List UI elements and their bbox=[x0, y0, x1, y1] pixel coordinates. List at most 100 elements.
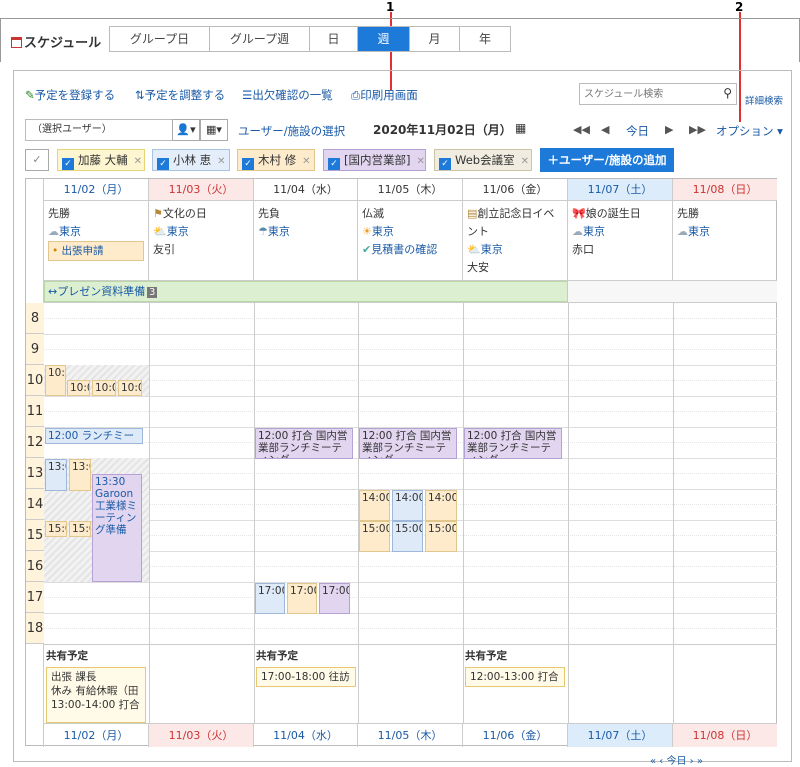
event-wed-12[interactable]: 12:00 打合 国内営業部ランチミーティング bbox=[255, 428, 353, 459]
print-link[interactable]: ⎙印刷用画面 bbox=[351, 87, 418, 103]
today-link[interactable]: 今日 bbox=[626, 123, 649, 139]
event-mon-12[interactable]: 12:00 ランチミー bbox=[45, 428, 143, 444]
shared-box[interactable]: 出張 課長 休み 有給休暇（田 13:00-14:00 打合 bbox=[46, 667, 146, 723]
check-icon: ✔ bbox=[362, 243, 372, 256]
weather: ☁東京 bbox=[677, 225, 710, 238]
tab-month[interactable]: 月 bbox=[410, 27, 460, 51]
day-header-mon[interactable]: 11/02（月） bbox=[44, 179, 149, 201]
chip-user-2[interactable]: ✓ 小林 恵 ✕ bbox=[152, 149, 230, 171]
close-icon[interactable]: ✕ bbox=[416, 156, 424, 167]
footer-date[interactable]: 11/08（日） bbox=[673, 723, 777, 747]
shared-wed: 共有予定 17:00-18:00 往訪 bbox=[256, 649, 356, 687]
shared-label: 共有予定 bbox=[256, 650, 298, 662]
user-select[interactable]: （選択ユーザー） bbox=[25, 119, 173, 141]
event-mon-15-a[interactable]: 15:00 bbox=[45, 521, 67, 537]
prev-week-icon[interactable]: ◀◀ bbox=[573, 123, 590, 136]
banner-event[interactable]: ↔プレゼン資料準備 3 bbox=[44, 281, 568, 302]
event-mon-10-b[interactable]: 10:00 bbox=[67, 380, 90, 396]
tab-week[interactable]: 週 bbox=[358, 27, 410, 51]
register-link[interactable]: ✎予定を登録する bbox=[25, 87, 115, 103]
day-header-tue[interactable]: 11/03（火） bbox=[149, 179, 254, 201]
next-day-icon[interactable]: ▶ bbox=[665, 123, 673, 136]
hour-15: 15 bbox=[26, 520, 44, 551]
event-wed-17-a[interactable]: 17:00 bbox=[255, 583, 285, 614]
day-header-sat[interactable]: 11/07（土） bbox=[568, 179, 673, 201]
close-icon[interactable]: ✕ bbox=[217, 156, 225, 167]
attendance-link[interactable]: ☰出欠確認の一覧 bbox=[242, 87, 333, 103]
day-header-sun[interactable]: 11/08（日） bbox=[673, 179, 777, 201]
bottom-pager[interactable]: « ‹ 今日 › » bbox=[650, 752, 703, 767]
tab-day[interactable]: 日 bbox=[310, 27, 358, 51]
date-picker-icon[interactable]: ▦ bbox=[515, 121, 526, 135]
rokuyo: 先勝 bbox=[48, 207, 70, 220]
add-user-facility-button[interactable]: ＋ユーザー/施設の追加 bbox=[540, 148, 674, 172]
chip-facility[interactable]: ✓ Web会議室 ✕ bbox=[434, 149, 532, 171]
select-all-checkbox[interactable]: ✓ bbox=[25, 149, 49, 171]
close-icon[interactable]: ✕ bbox=[134, 156, 142, 167]
footer-date[interactable]: 11/03（火） bbox=[149, 723, 254, 747]
sun-icon: ☀ bbox=[362, 225, 372, 238]
event-thu-14-b[interactable]: 14:00 bbox=[392, 490, 423, 521]
event-thu-12[interactable]: 12:00 打合 国内営業部ランチミーティング bbox=[359, 428, 457, 459]
calendar-icon: ▤ bbox=[467, 207, 478, 220]
footer-date[interactable]: 11/05（木） bbox=[358, 723, 463, 747]
ribbon-icon: 🎀 bbox=[572, 207, 586, 220]
rokuyo: 仏滅 bbox=[362, 207, 384, 220]
event-thu-14-a[interactable]: 14:00 bbox=[359, 490, 390, 521]
tab-year[interactable]: 年 bbox=[460, 27, 510, 51]
event-mon-1330[interactable]: 13:30 Garoon工業様ミーティング準備 bbox=[92, 474, 142, 582]
close-icon[interactable]: ✕ bbox=[521, 156, 529, 167]
hour-16: 16 bbox=[26, 551, 44, 582]
next-week-icon[interactable]: ▶▶ bbox=[689, 123, 706, 136]
sun-cloud-icon: ⛅ bbox=[153, 225, 167, 238]
shared-fri: 共有予定 12:00-13:00 打合 bbox=[465, 649, 565, 687]
advanced-search-link[interactable]: 詳細検索 bbox=[745, 93, 783, 107]
close-icon[interactable]: ✕ bbox=[302, 156, 310, 167]
footer-date[interactable]: 11/04（水） bbox=[254, 723, 358, 747]
event-wed-17-b[interactable]: 17:00 bbox=[287, 583, 317, 614]
event-mon-10-d[interactable]: 10:00 bbox=[118, 380, 142, 396]
footer-date[interactable]: 11/06（金） bbox=[463, 723, 568, 747]
search-icon[interactable]: ⚲ bbox=[723, 86, 732, 100]
event-wed-17-c[interactable]: 17:00 bbox=[319, 583, 350, 614]
user-picker-icon[interactable]: 👤▾ bbox=[172, 119, 200, 141]
week-grid: 11/02（月） 11/03（火） 11/04（水） 11/05（木） 11/0… bbox=[25, 178, 777, 747]
event-mon-15-b[interactable]: 15:00 bbox=[69, 521, 91, 537]
chip-org[interactable]: ✓ [国内営業部] ✕ bbox=[323, 149, 426, 171]
hour-10: 10 bbox=[26, 365, 44, 396]
shared-item: 休み 有給休暇（田 bbox=[51, 685, 139, 697]
todo-item[interactable]: ✔見積書の確認 bbox=[362, 241, 458, 259]
footer-date[interactable]: 11/07（土） bbox=[568, 723, 673, 747]
event-thu-15-c[interactable]: 15:00 bbox=[425, 521, 457, 552]
event-thu-15-b[interactable]: 15:00 bbox=[392, 521, 423, 552]
search-input[interactable] bbox=[580, 84, 710, 104]
day-header-thu[interactable]: 11/05（木） bbox=[358, 179, 463, 201]
allday-sat: 🎀娘の誕生日 ☁東京 赤口 bbox=[568, 201, 673, 280]
footer-date[interactable]: 11/02（月） bbox=[44, 723, 149, 747]
allday-event[interactable]: • 出張申請 bbox=[48, 241, 144, 261]
chip-user-1[interactable]: ✓ 加藤 大輔 ✕ bbox=[57, 149, 145, 171]
shared-box[interactable]: 17:00-18:00 往訪 bbox=[256, 667, 356, 687]
tab-group-day[interactable]: グループ日 bbox=[110, 27, 210, 51]
event-mon-10-a[interactable]: 10:00 bbox=[45, 365, 66, 396]
prev-day-icon[interactable]: ◀ bbox=[601, 123, 609, 136]
event-mon-13-b[interactable]: 13:00 bbox=[69, 459, 91, 491]
day-header-wed[interactable]: 11/04（水） bbox=[254, 179, 358, 201]
tab-group-week[interactable]: グループ週 bbox=[210, 27, 310, 51]
adjust-link[interactable]: ⇅予定を調整する bbox=[135, 87, 225, 103]
user-facility-select-link[interactable]: ユーザー/施設の選択 bbox=[238, 123, 345, 139]
event-thu-14-c[interactable]: 14:00 bbox=[425, 490, 457, 521]
event-mon-13-a[interactable]: 13:00 bbox=[45, 459, 67, 491]
event-mon-10-c[interactable]: 10:00 bbox=[92, 380, 116, 396]
shared-box[interactable]: 12:00-13:00 打合 bbox=[465, 667, 565, 687]
event-fri-12[interactable]: 12:00 打合 国内営業部ランチミーティング bbox=[464, 428, 562, 459]
event-thu-15-a[interactable]: 15:00 bbox=[359, 521, 390, 552]
edit-icon: ✎ bbox=[25, 88, 35, 102]
options-menu[interactable]: オプション ▾ bbox=[716, 123, 783, 139]
chip-user-3[interactable]: ✓ 木村 修 ✕ bbox=[237, 149, 315, 171]
day-header-fri[interactable]: 11/06（金） bbox=[463, 179, 568, 201]
hour-11: 11 bbox=[26, 396, 44, 427]
org-picker-icon[interactable]: ▦▾ bbox=[200, 119, 228, 141]
rokuyo: 大安 bbox=[467, 261, 489, 274]
weather: ⛅東京 bbox=[153, 225, 189, 238]
